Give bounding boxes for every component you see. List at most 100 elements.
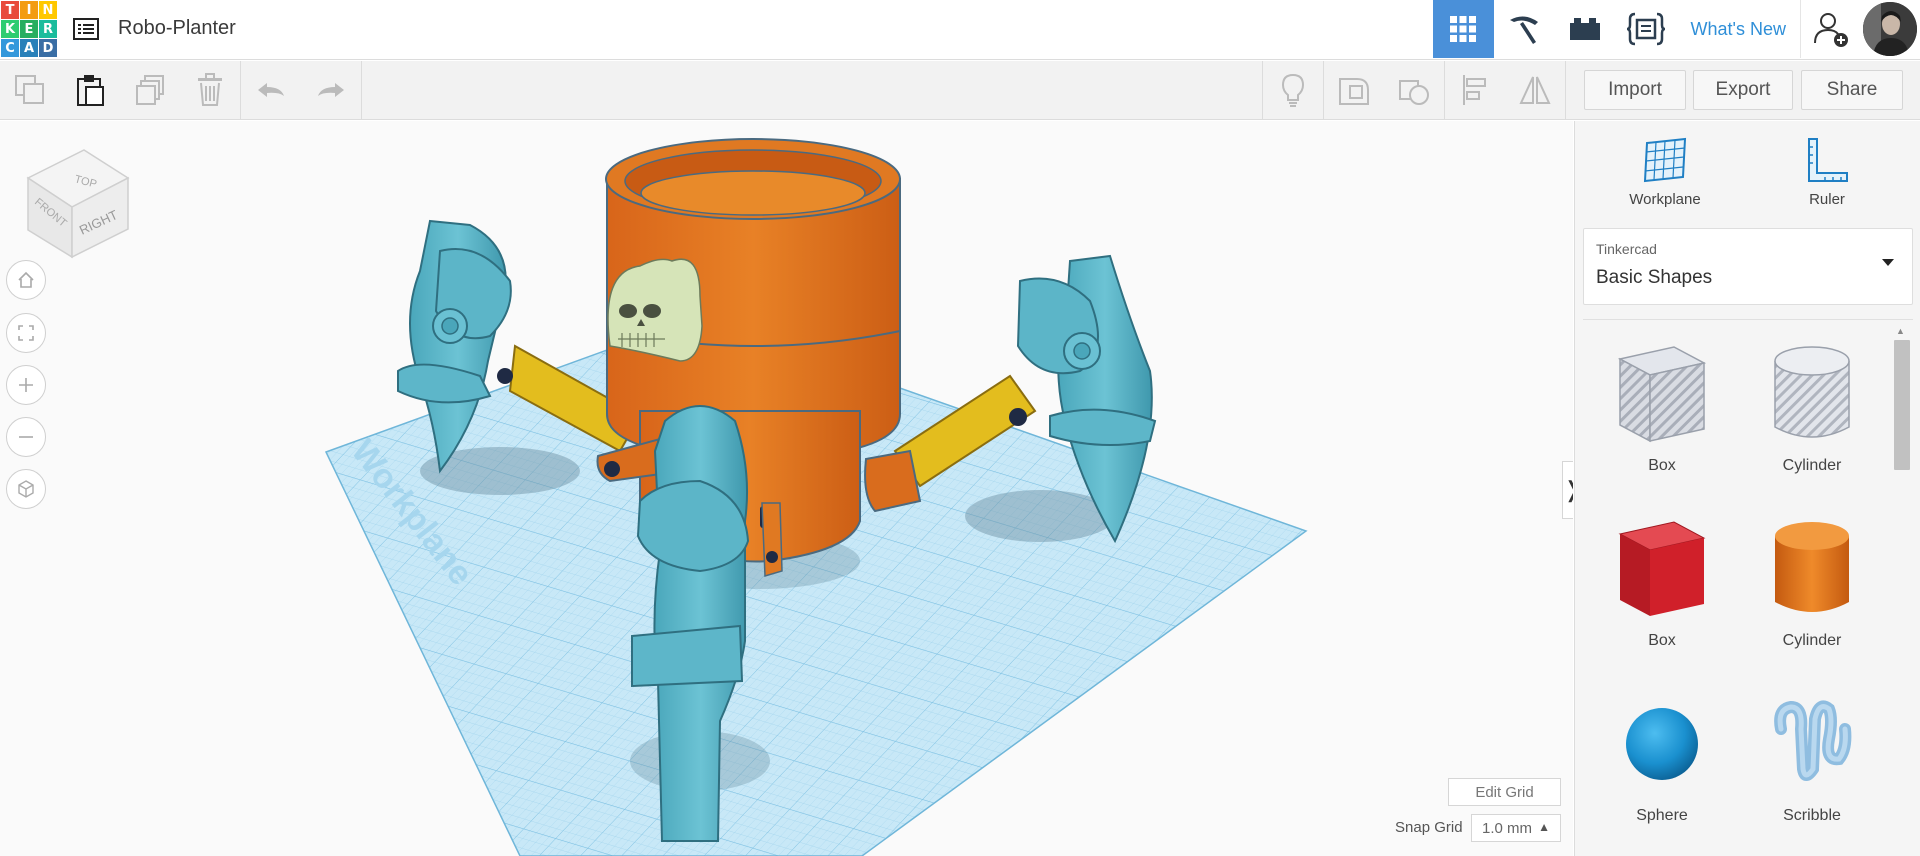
logo-letter: I — [20, 1, 38, 19]
minecraft-pickaxe-button[interactable] — [1494, 0, 1555, 58]
export-button[interactable]: Export — [1693, 70, 1793, 110]
import-button[interactable]: Import — [1584, 70, 1686, 110]
shape-cylinder-solid[interactable]: Cylinder — [1747, 514, 1877, 679]
workplane-tool[interactable]: Workplane — [1605, 135, 1725, 225]
copy-icon — [15, 75, 44, 104]
logo-letter: N — [39, 1, 57, 19]
zoom-out-button[interactable] — [6, 417, 46, 457]
logo-letter: E — [20, 20, 38, 38]
panel-scrollbar[interactable] — [1894, 340, 1910, 470]
tinkercad-logo[interactable]: TIN KER CAD — [0, 0, 57, 58]
undo-button[interactable] — [241, 61, 301, 119]
edit-grid-button[interactable]: Edit Grid — [1448, 778, 1561, 806]
logo-letter: R — [39, 20, 57, 38]
lightbulb-icon — [1281, 73, 1305, 107]
share-button[interactable]: Share — [1801, 70, 1903, 110]
snap-grid-label: Snap Grid — [1395, 819, 1463, 836]
perspective-toggle-button[interactable] — [6, 469, 46, 509]
brick-icon — [1570, 18, 1601, 40]
ruler-tool-label: Ruler — [1809, 191, 1845, 208]
zoom-in-button[interactable] — [6, 365, 46, 405]
library-category: Tinkercad — [1596, 241, 1657, 257]
paste-button[interactable] — [60, 61, 120, 119]
3d-viewport[interactable]: Workplane TOP FRONT RIGHT Edit Grid Snap… — [0, 121, 1573, 856]
shape-sphere[interactable]: Sphere — [1597, 689, 1727, 854]
shape-scribble[interactable]: Scribble — [1747, 689, 1877, 854]
view-cube[interactable]: TOP FRONT RIGHT — [22, 145, 132, 260]
shape-label: Sphere — [1636, 807, 1688, 824]
scroll-up-icon[interactable]: ▲ — [1896, 326, 1905, 336]
box-solid-icon — [1618, 521, 1706, 616]
dropdown-caret-icon — [1882, 259, 1894, 266]
ruler-icon — [1808, 138, 1848, 182]
workplane-tool-label: Workplane — [1629, 191, 1701, 208]
edit-toolbar: Import Export Share — [0, 61, 1920, 120]
paste-icon — [77, 75, 104, 106]
logo-letter: T — [1, 1, 19, 19]
whats-new-link[interactable]: What's New — [1677, 0, 1800, 58]
shape-label: Cylinder — [1782, 632, 1842, 649]
shapes-panel: Workplane Ruler Tinkercad Basic Shapes B… — [1574, 121, 1920, 856]
align-button[interactable] — [1445, 61, 1505, 119]
3d-design-mode-button[interactable] — [1432, 0, 1494, 58]
delete-button[interactable] — [180, 61, 240, 119]
fit-icon — [18, 325, 34, 341]
shape-label: Box — [1648, 457, 1676, 474]
cube-perspective-icon — [18, 480, 34, 498]
mirror-button[interactable] — [1505, 61, 1565, 119]
codeblocks-icon — [1626, 12, 1666, 46]
fit-view-button[interactable] — [6, 313, 46, 353]
shape-cylinder-hole[interactable]: Cylinder — [1747, 339, 1877, 504]
cylinder-hole-icon — [1774, 346, 1850, 438]
logo-letter: A — [20, 39, 38, 57]
shape-box-solid[interactable]: Box — [1597, 514, 1727, 679]
invite-user-button[interactable] — [1800, 0, 1860, 58]
design-title[interactable]: Robo-Planter — [118, 17, 236, 40]
home-view-button[interactable] — [6, 260, 46, 300]
designs-list-icon[interactable] — [70, 14, 102, 44]
snap-grid-value: 1.0 mm — [1482, 819, 1533, 837]
library-name: Basic Shapes — [1596, 267, 1713, 288]
chevron-right-icon: ❭ — [1563, 477, 1573, 503]
align-icon — [1463, 75, 1486, 105]
box-hole-icon — [1617, 346, 1707, 443]
group-icon — [1339, 78, 1369, 105]
ungroup-icon — [1399, 80, 1429, 105]
notes-button[interactable] — [1263, 61, 1323, 119]
redo-icon — [318, 83, 344, 97]
top-header: TIN KER CAD Robo-Planter What's New — [0, 0, 1920, 60]
robo-planter-model[interactable]: Workplane — [0, 121, 1573, 856]
mirror-icon — [1519, 76, 1551, 104]
pickaxe-icon — [1510, 16, 1539, 44]
shape-label: Box — [1648, 632, 1676, 649]
shape-label: Scribble — [1783, 807, 1841, 824]
shape-library-select[interactable]: Tinkercad Basic Shapes — [1583, 228, 1913, 305]
grid-icon — [1450, 16, 1477, 42]
shape-label: Cylinder — [1782, 457, 1842, 474]
copy-button[interactable] — [0, 61, 60, 119]
sphere-icon — [1626, 708, 1698, 780]
collapse-panel-button[interactable]: ❭ — [1562, 461, 1573, 519]
duplicate-button[interactable] — [120, 61, 180, 119]
lego-brick-button[interactable] — [1555, 0, 1616, 58]
redo-button[interactable] — [301, 61, 361, 119]
caret-up-icon: ▲ — [1538, 820, 1550, 834]
ruler-tool[interactable]: Ruler — [1767, 135, 1887, 225]
minus-icon — [19, 436, 33, 438]
workplane-grid-icon — [1643, 137, 1687, 183]
logo-letter: K — [1, 20, 19, 38]
codeblocks-button[interactable] — [1616, 0, 1677, 58]
snap-grid-select[interactable]: 1.0 mm ▲ — [1471, 814, 1561, 842]
user-avatar[interactable] — [1860, 0, 1920, 58]
add-user-icon — [1813, 13, 1848, 47]
home-icon — [18, 271, 34, 288]
ungroup-button[interactable] — [1384, 61, 1444, 119]
logo-letter: D — [39, 39, 57, 57]
scribble-icon — [1774, 700, 1852, 781]
group-button[interactable] — [1324, 61, 1384, 119]
trash-icon — [198, 73, 222, 106]
undo-icon — [258, 83, 284, 97]
logo-letter: C — [1, 39, 19, 57]
shape-box-hole[interactable]: Box — [1597, 339, 1727, 504]
plus-icon — [19, 378, 33, 392]
